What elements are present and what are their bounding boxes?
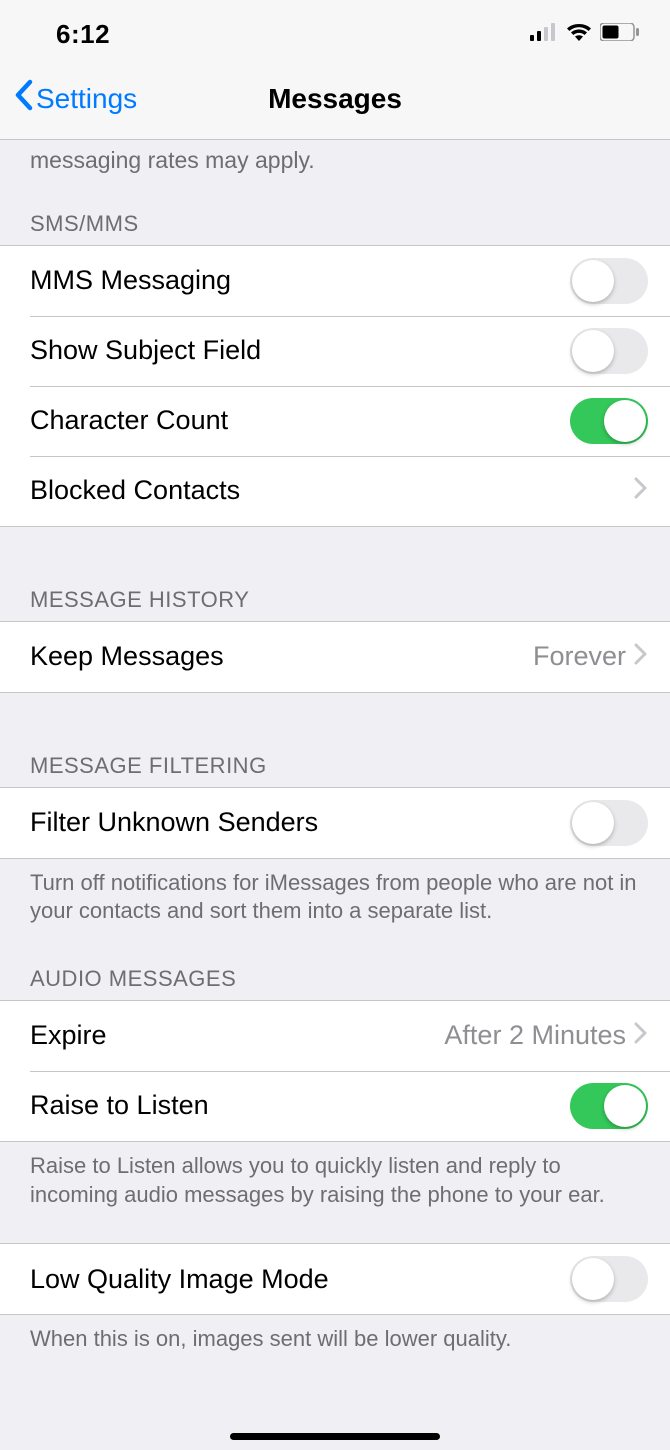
group-history: Keep Messages Forever: [0, 621, 670, 693]
section-header-history: MESSAGE HISTORY: [0, 527, 670, 621]
group-lowquality: Low Quality Image Mode: [0, 1243, 670, 1315]
section-footer-lowquality: When this is on, images sent will be low…: [0, 1315, 670, 1354]
row-label: Expire: [30, 1020, 444, 1051]
toggle-mms-messaging[interactable]: [570, 258, 648, 304]
section-footer-audio: Raise to Listen allows you to quickly li…: [0, 1142, 670, 1209]
row-label: Keep Messages: [30, 641, 533, 672]
back-button[interactable]: Settings: [0, 79, 137, 118]
row-filter-unknown-senders[interactable]: Filter Unknown Senders: [0, 788, 670, 858]
row-value: Forever: [533, 641, 626, 672]
content: messaging rates may apply. SMS/MMS MMS M…: [0, 140, 670, 1354]
row-label: Low Quality Image Mode: [30, 1264, 570, 1295]
row-low-quality-image-mode[interactable]: Low Quality Image Mode: [0, 1244, 670, 1314]
toggle-low-quality-image-mode[interactable]: [570, 1256, 648, 1302]
wifi-icon: [566, 22, 592, 47]
row-character-count[interactable]: Character Count: [0, 386, 670, 456]
row-label: Filter Unknown Senders: [30, 807, 570, 838]
row-value: After 2 Minutes: [444, 1020, 626, 1051]
status-bar: 6:12: [0, 0, 670, 58]
row-label: Raise to Listen: [30, 1090, 570, 1121]
row-raise-to-listen[interactable]: Raise to Listen: [0, 1071, 670, 1141]
chevron-right-icon: [634, 643, 648, 670]
cellular-icon: [530, 23, 558, 46]
row-label: MMS Messaging: [30, 265, 570, 296]
row-label: Blocked Contacts: [30, 475, 634, 506]
row-label: Show Subject Field: [30, 335, 570, 366]
section-footer-filtering: Turn off notifications for iMessages fro…: [0, 859, 670, 926]
group-audio: Expire After 2 Minutes Raise to Listen: [0, 1000, 670, 1142]
page-title: Messages: [268, 83, 402, 115]
toggle-filter-unknown-senders[interactable]: [570, 800, 648, 846]
row-keep-messages[interactable]: Keep Messages Forever: [0, 622, 670, 692]
toggle-show-subject-field[interactable]: [570, 328, 648, 374]
battery-icon: [600, 23, 640, 46]
row-blocked-contacts[interactable]: Blocked Contacts: [0, 456, 670, 526]
home-indicator[interactable]: [230, 1433, 440, 1440]
status-icons: [530, 22, 640, 47]
section-header-filtering: MESSAGE FILTERING: [0, 693, 670, 787]
back-label: Settings: [36, 83, 137, 115]
previous-section-footer: messaging rates may apply.: [0, 140, 670, 175]
row-expire[interactable]: Expire After 2 Minutes: [0, 1001, 670, 1071]
section-header-smsmms: SMS/MMS: [0, 175, 670, 245]
row-label: Character Count: [30, 405, 570, 436]
group-filtering: Filter Unknown Senders: [0, 787, 670, 859]
row-mms-messaging[interactable]: MMS Messaging: [0, 246, 670, 316]
section-header-audio: AUDIO MESSAGES: [0, 926, 670, 1000]
nav-bar: Settings Messages: [0, 58, 670, 140]
chevron-left-icon: [14, 79, 34, 118]
status-time: 6:12: [30, 19, 110, 50]
chevron-right-icon: [634, 477, 648, 504]
group-smsmms: MMS Messaging Show Subject Field Charact…: [0, 245, 670, 527]
toggle-raise-to-listen[interactable]: [570, 1083, 648, 1129]
chevron-right-icon: [634, 1022, 648, 1049]
row-show-subject-field[interactable]: Show Subject Field: [0, 316, 670, 386]
toggle-character-count[interactable]: [570, 398, 648, 444]
